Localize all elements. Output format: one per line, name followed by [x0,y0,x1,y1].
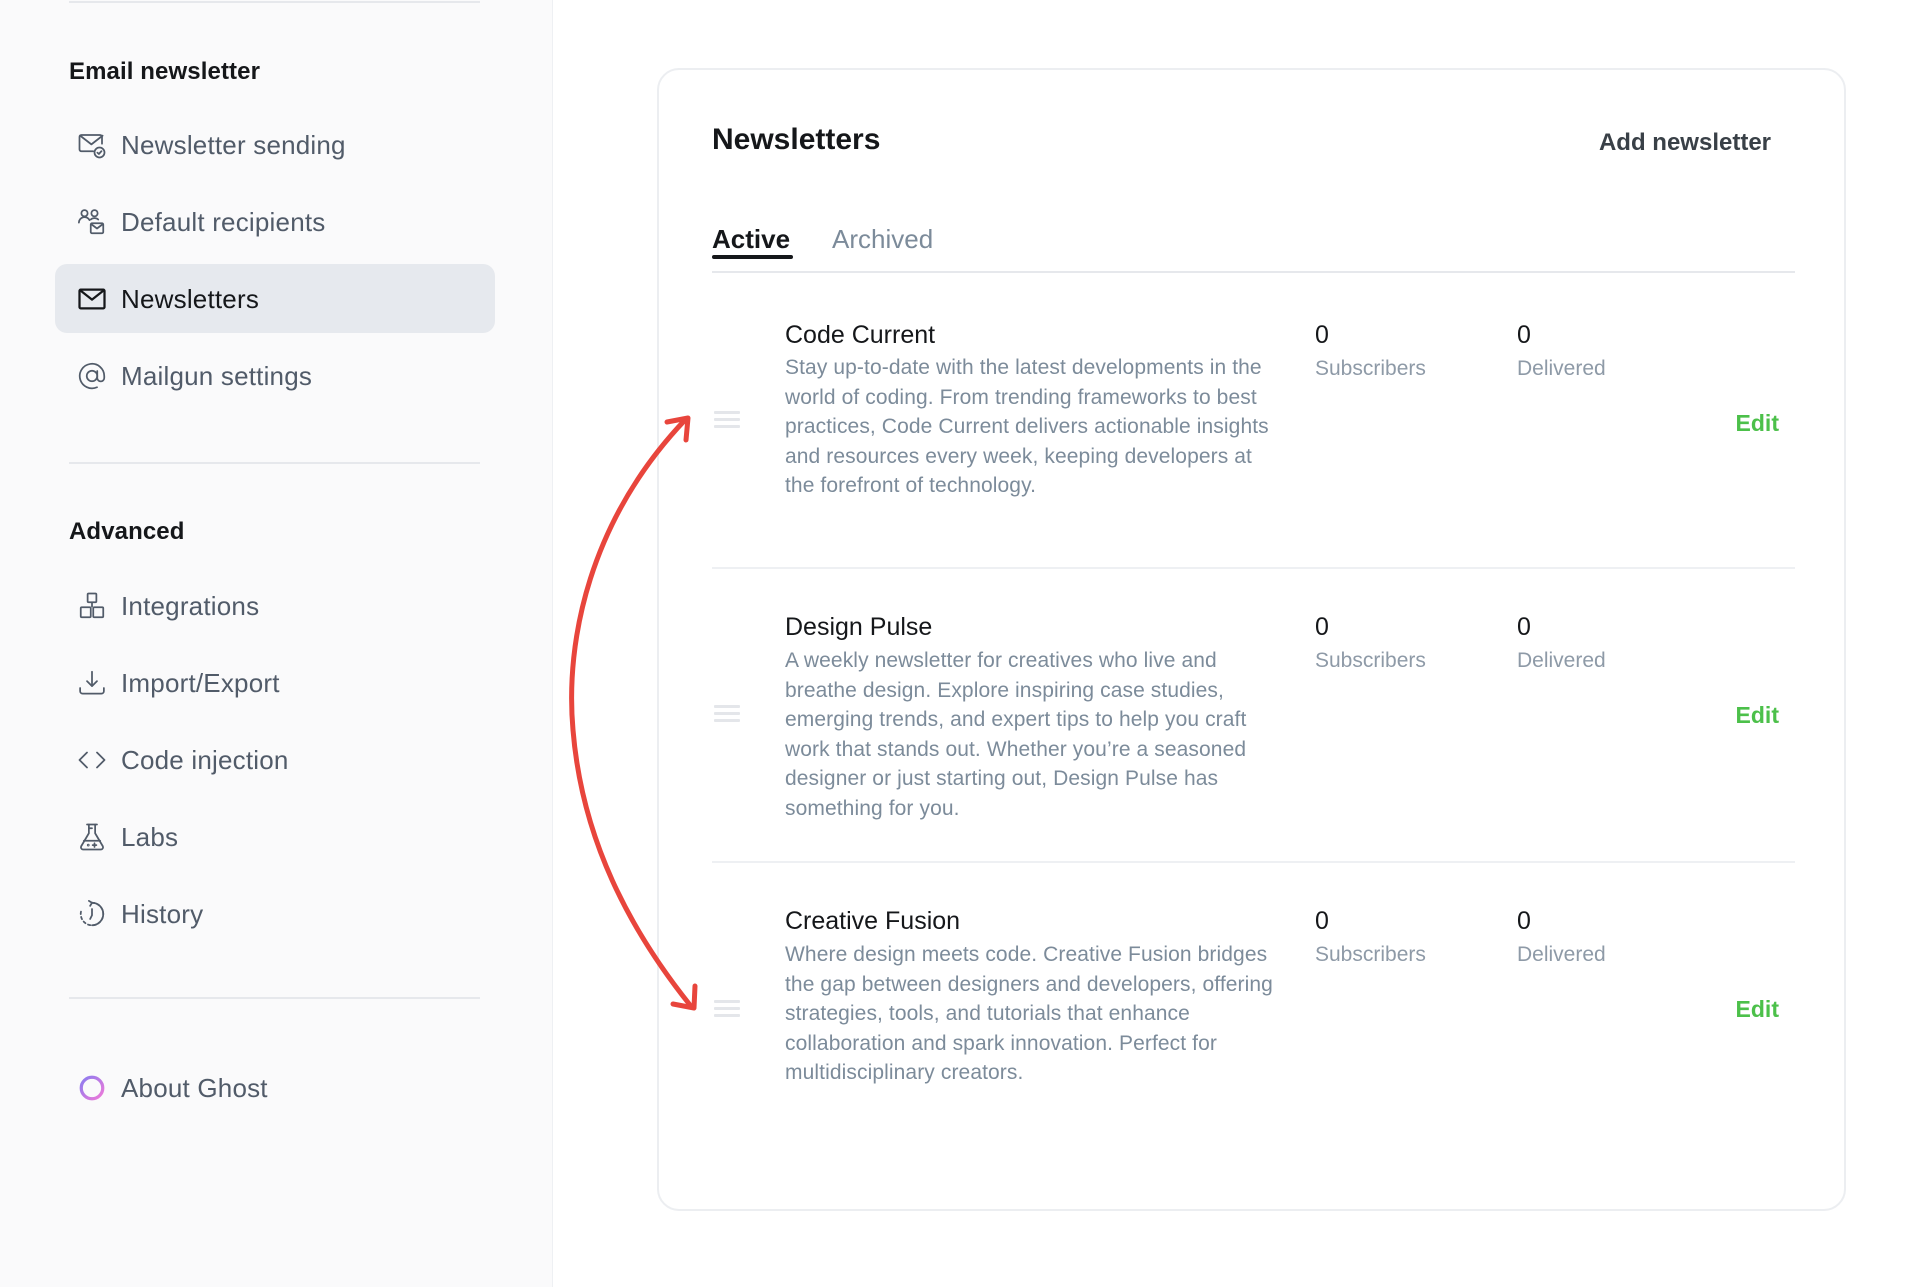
sidebar-item-history[interactable]: History [55,879,495,948]
delivered-label: Delivered [1517,649,1606,672]
sidebar-item-label: Default recipients [121,206,326,237]
sidebar-divider [69,462,480,464]
delivered-count: 0 [1517,613,1531,641]
add-newsletter-button[interactable]: Add newsletter [1599,128,1771,158]
newsletter-name: Code Current [785,321,936,349]
sidebar-item-label: History [121,898,204,929]
delivered-count: 0 [1517,321,1531,349]
subscribers-label: Subscribers [1315,943,1426,966]
sidebar-item-label: Newsletters [121,283,260,314]
tab-label: Archived [832,224,934,254]
newsletter-row: Code Current Stay up-to-date with the la… [712,274,1795,569]
subscribers-label: Subscribers [1315,357,1426,380]
sidebar-item-label: About Ghost [121,1072,268,1103]
sidebar-item-import-export[interactable]: Import/Export [55,648,495,717]
delivered-stat: 0 Delivered [1517,320,1606,384]
sidebar-item-label: Import/Export [121,667,280,698]
newsletter-tabs: Active Archived [712,222,1795,273]
newsletter-row: Creative Fusion Where design meets code.… [712,863,1795,1163]
drag-handle-icon[interactable] [714,1000,740,1018]
subscribers-count: 0 [1315,613,1329,641]
section-heading-email-newsletter: Email newsletter [69,58,261,85]
subscribers-count: 0 [1315,907,1329,935]
delivered-label: Delivered [1517,357,1606,380]
at-sign-icon [76,360,108,392]
tab-active[interactable]: Active [712,222,793,259]
sidebar-item-newsletter-sending[interactable]: Newsletter sending [55,110,495,179]
tab-label: Active [712,224,791,254]
subscribers-stat: 0 Subscribers [1315,320,1426,384]
page-title: Newsletters [712,123,881,156]
newsletter-name: Creative Fusion [785,907,961,935]
recipients-icon [76,206,108,238]
sidebar-item-about-ghost[interactable]: About Ghost [55,1053,495,1122]
active-tab-indicator [712,255,793,259]
subscribers-label: Subscribers [1315,649,1426,672]
email-check-icon [76,129,108,161]
subscribers-count: 0 [1315,321,1329,349]
delivered-stat: 0 Delivered [1517,612,1606,676]
sidebar-item-labs[interactable]: Labs [55,802,495,871]
delivered-label: Delivered [1517,943,1606,966]
subscribers-stat: 0 Subscribers [1315,906,1426,970]
edit-newsletter-button[interactable]: Edit [1736,408,1779,438]
history-icon [76,898,108,930]
newsletter-description: Where design meets code. Creative Fusion… [785,943,1273,1084]
flask-icon [76,821,108,853]
tab-archived[interactable]: Archived [832,222,933,256]
drag-handle-icon[interactable] [714,411,740,429]
sidebar-item-label: Code injection [121,744,289,775]
sidebar-item-label: Labs [121,821,179,852]
sidebar-item-code-injection[interactable]: Code injection [55,725,495,794]
edit-newsletter-button[interactable]: Edit [1736,994,1779,1024]
drag-handle-icon[interactable] [714,705,740,723]
sidebar-item-default-recipients[interactable]: Default recipients [55,187,495,256]
ghost-ring-icon [76,1072,108,1104]
newsletter-name: Design Pulse [785,613,933,641]
edit-newsletter-button[interactable]: Edit [1736,700,1779,730]
integrations-icon [76,590,108,622]
sidebar-divider [69,1,480,3]
code-icon [76,744,108,776]
sidebar-item-newsletters[interactable]: Newsletters [55,264,495,333]
section-heading-advanced: Advanced [69,518,185,545]
delivered-stat: 0 Delivered [1517,906,1606,970]
sidebar-item-label: Mailgun settings [121,360,313,391]
sidebar-divider [69,997,480,999]
sidebar-item-mailgun-settings[interactable]: Mailgun settings [55,341,495,410]
envelope-icon [76,283,108,315]
subscribers-stat: 0 Subscribers [1315,612,1426,676]
download-icon [76,667,108,699]
sidebar-item-label: Integrations [121,590,260,621]
newsletters-card: Newsletters Add newsletter Active Archiv… [657,68,1846,1211]
delivered-count: 0 [1517,907,1531,935]
newsletter-description: A weekly newsletter for creatives who li… [785,649,1247,820]
newsletter-description: Stay up-to-date with the latest developm… [785,356,1269,497]
newsletter-row: Design Pulse A weekly newsletter for cre… [712,569,1795,863]
settings-sidebar: Email newsletter Newsletter sending Defa… [0,0,553,1287]
sidebar-item-integrations[interactable]: Integrations [55,571,495,640]
sidebar-item-label: Newsletter sending [121,129,346,160]
